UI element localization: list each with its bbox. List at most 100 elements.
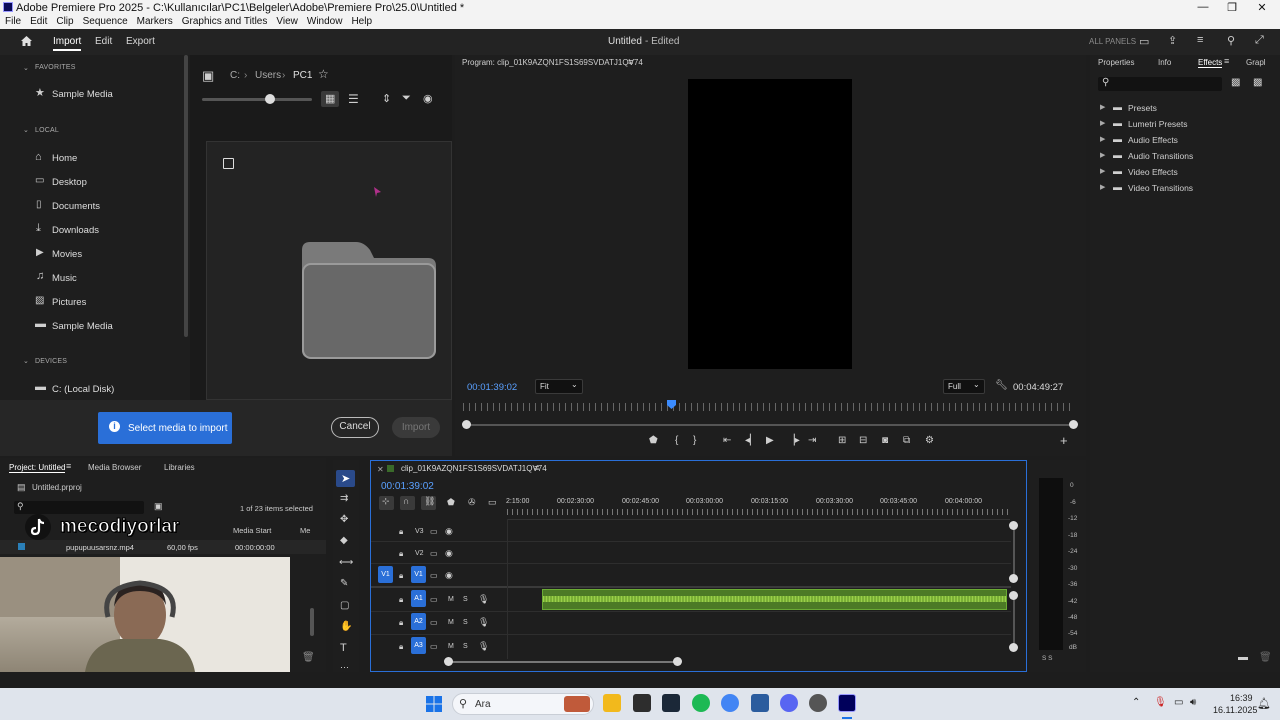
effects-item-audio-transitions[interactable]: Audio Transitions xyxy=(1128,151,1193,161)
home-icon[interactable] xyxy=(20,35,33,47)
chevron-right-icon[interactable]: ▶ xyxy=(1100,167,1105,175)
vscroll-handle[interactable] xyxy=(1009,643,1018,652)
menu-clip[interactable]: Clip xyxy=(56,15,73,29)
audio-vscroll[interactable] xyxy=(1013,595,1015,649)
trash-icon[interactable]: 🗑︎ xyxy=(302,652,315,663)
wrench-icon[interactable]: ✇ xyxy=(468,497,476,508)
settings-icon[interactable]: ⚙ xyxy=(925,435,934,446)
path-segment-pc1[interactable]: PC1 xyxy=(293,70,312,81)
timeline-ruler[interactable] xyxy=(507,509,1010,515)
close-sequence-icon[interactable]: ✕ xyxy=(377,465,384,474)
type-icon[interactable]: T xyxy=(340,642,347,654)
panel-menu-icon[interactable]: ≡ xyxy=(66,461,71,471)
app-icon[interactable] xyxy=(751,694,769,712)
track-label-v3[interactable]: V3 xyxy=(415,528,424,535)
microphone-icon[interactable]: 🎙︎ xyxy=(478,617,489,628)
sidebar-item-sample-media[interactable]: Sample Media xyxy=(52,321,113,332)
menu-view[interactable]: View xyxy=(276,15,298,29)
lock-icon[interactable]: 🔒︎ xyxy=(399,618,403,628)
close-button[interactable]: ✕ xyxy=(1252,1,1272,14)
track-label-v2[interactable]: V2 xyxy=(415,550,424,557)
spotify-icon[interactable] xyxy=(692,694,710,712)
microphone-icon[interactable]: 🎙︎ xyxy=(1154,697,1167,708)
menu-markers[interactable]: Markers xyxy=(137,15,173,29)
app-icon[interactable] xyxy=(809,694,827,712)
wrench-icon[interactable]: 🔧︎ xyxy=(995,380,1008,391)
track-label-v1[interactable]: V1 xyxy=(411,566,426,583)
menu-sequence[interactable]: Sequence xyxy=(83,15,128,29)
cancel-button[interactable]: Cancel xyxy=(331,417,379,438)
sidebar-item-desktop[interactable]: Desktop xyxy=(52,177,87,188)
chevron-right-icon[interactable]: ▶ xyxy=(1100,103,1105,111)
lock-icon[interactable]: 🔒︎ xyxy=(399,642,403,652)
timeline-hscroll[interactable] xyxy=(449,661,679,663)
tab-media-browser[interactable]: Media Browser xyxy=(88,463,141,472)
marker-icon[interactable]: ⬟ xyxy=(447,497,455,508)
fullscreen-icon[interactable]: ⤢ xyxy=(1255,34,1264,47)
sync-lock-icon[interactable]: ▭ xyxy=(430,527,438,536)
notification-icon[interactable]: 🔔︎ xyxy=(1257,697,1271,710)
source-patch-v1[interactable]: V1 xyxy=(378,566,393,583)
panel-layout-icon[interactable]: ▭ xyxy=(1139,35,1149,48)
select-checkbox[interactable] xyxy=(223,158,234,169)
minimize-button[interactable]: — xyxy=(1193,1,1213,13)
tab-libraries[interactable]: Libraries xyxy=(164,463,195,472)
sidebar-item-local-disk[interactable]: C: (Local Disk) xyxy=(52,384,114,395)
sidebar-scrollbar[interactable] xyxy=(184,55,188,337)
path-segment-drive[interactable]: C: xyxy=(230,70,240,81)
new-folder-icon[interactable]: ▬ xyxy=(1238,652,1248,663)
more-tools-icon[interactable]: ⋯ xyxy=(340,662,349,673)
all-panels-label[interactable]: ALL PANELS xyxy=(1089,37,1136,46)
lock-icon[interactable]: 🔒︎ xyxy=(399,527,403,537)
solo-button[interactable]: S xyxy=(463,596,468,603)
step-forward-icon[interactable]: ▕▸ xyxy=(787,435,800,446)
taskbar-time[interactable]: 16:39 xyxy=(1230,693,1253,703)
vscroll-handle[interactable] xyxy=(1009,574,1018,583)
import-button[interactable]: Import xyxy=(392,417,440,438)
ripple-edit-icon[interactable]: ✥ xyxy=(340,514,348,525)
slip-icon[interactable]: ⟷ xyxy=(339,557,353,568)
search-icon[interactable]: ⚲ xyxy=(1227,34,1235,47)
effects-item-lumetri-presets[interactable]: Lumetri Presets xyxy=(1128,119,1188,129)
panel-menu-icon[interactable]: ≡ xyxy=(628,57,633,67)
eye-icon[interactable]: ◉ xyxy=(445,526,453,537)
panel-menu-icon[interactable]: ≡ xyxy=(534,463,539,473)
share-icon[interactable]: ⇪ xyxy=(1168,34,1177,47)
thumbnail-size-slider[interactable] xyxy=(202,98,312,101)
menu-icon[interactable]: ≡ xyxy=(1197,34,1203,46)
mark-out-icon[interactable]: } xyxy=(693,435,696,446)
vscroll-handle[interactable] xyxy=(1009,591,1018,600)
program-monitor-title[interactable]: Program: clip_01K9AZQN1FS1S69SVDATJ1QV74 xyxy=(462,58,643,67)
scroll-handle-left[interactable] xyxy=(462,420,471,429)
lock-icon[interactable]: 🔒︎ xyxy=(399,571,403,581)
chevron-down-icon[interactable]: ⌄ xyxy=(23,64,29,72)
sort-icon[interactable]: ⇕ xyxy=(382,92,391,105)
label-color-swatch[interactable] xyxy=(18,543,25,550)
add-marker-icon[interactable]: ⬟ xyxy=(649,435,658,446)
lock-icon[interactable]: 🔒︎ xyxy=(399,595,403,605)
meter-solo-buttons[interactable]: S S xyxy=(1042,655,1052,662)
sync-lock-icon[interactable]: ▭ xyxy=(430,618,438,627)
tab-edit[interactable]: Edit xyxy=(95,36,112,47)
scroll-handle-right[interactable] xyxy=(1069,420,1078,429)
tab-effects[interactable]: Effects xyxy=(1198,58,1223,68)
panel-menu-icon[interactable]: ≡ xyxy=(1224,56,1229,66)
menu-graphics[interactable]: Graphics and Titles xyxy=(182,15,268,29)
folder-thumbnail-icon[interactable] xyxy=(300,240,438,360)
slider-thumb[interactable] xyxy=(265,94,275,104)
sidebar-item-home[interactable]: Home xyxy=(52,153,77,164)
monitor-scroll-bar[interactable] xyxy=(467,424,1075,426)
project-scrollbar[interactable] xyxy=(310,608,314,636)
monitor-ruler[interactable] xyxy=(463,403,1075,411)
effects-item-video-effects[interactable]: Video Effects xyxy=(1128,167,1178,177)
tab-project[interactable]: Project: Untitled xyxy=(9,463,66,473)
discord-icon[interactable] xyxy=(780,694,798,712)
mark-in-icon[interactable]: { xyxy=(675,435,678,446)
hscroll-handle-right[interactable] xyxy=(673,657,682,666)
chevron-right-icon[interactable]: ▶ xyxy=(1100,183,1105,191)
tab-import[interactable]: Import xyxy=(53,36,82,51)
lift-icon[interactable]: ⊞ xyxy=(838,435,846,446)
compare-icon[interactable]: ⧉ xyxy=(903,435,910,446)
chrome-icon[interactable] xyxy=(721,694,739,712)
chevron-up-icon[interactable]: ⌃ xyxy=(1132,697,1140,708)
